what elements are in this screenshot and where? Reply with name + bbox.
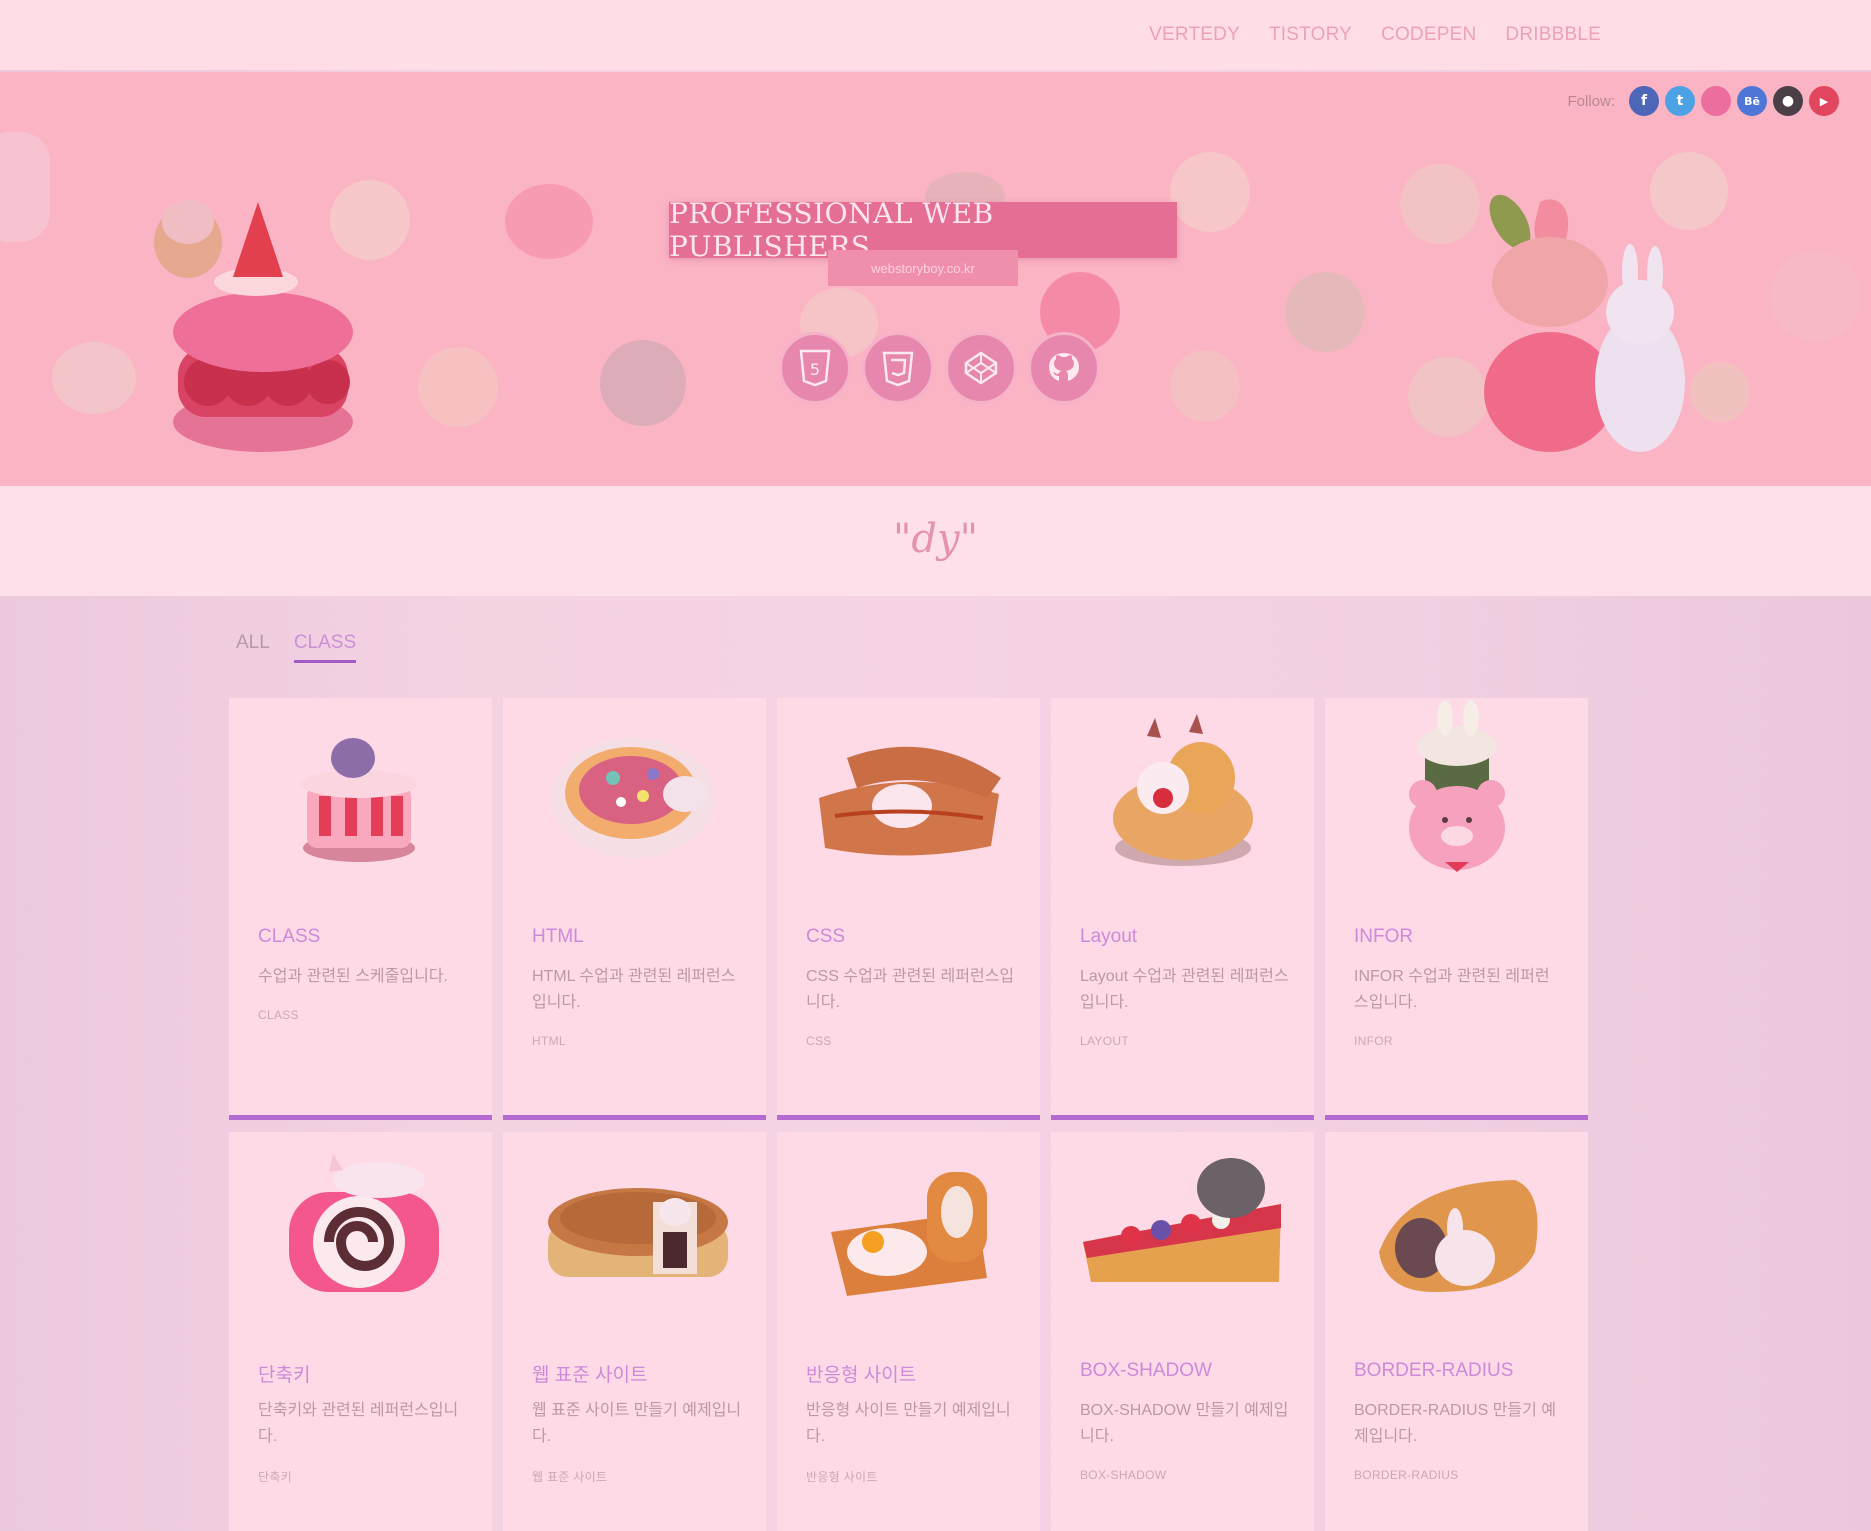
card-tag: 반응형 사이트 — [806, 1470, 878, 1484]
card-title: Layout — [1080, 926, 1138, 947]
card-border-radius[interactable]: BORDER-RADIUS BORDER-RADIUS 만들기 예제입니다. B… — [1325, 1132, 1588, 1531]
nav-link-dribbble[interactable]: DRIBBBLE — [1505, 24, 1601, 46]
dribbble-icon[interactable] — [1701, 86, 1731, 116]
bread-loaf-dessert-image — [831, 1172, 987, 1296]
card-tag: BOX-SHADOW — [1080, 1468, 1167, 1482]
site-logo[interactable]: "dy" — [0, 516, 1871, 562]
tab-class[interactable]: CLASS — [293, 632, 357, 663]
twitter-glyph: t — [1676, 93, 1684, 109]
berry-cake-slice-image — [1083, 1158, 1281, 1282]
nav-link-tistory[interactable]: TISTORY — [1269, 24, 1352, 46]
css3-icon[interactable] — [862, 332, 934, 404]
peach-decoration — [418, 347, 498, 427]
logo-strip: "dy" — [0, 486, 1871, 596]
card-class[interactable]: CLASS 수업과 관련된 스케줄입니다. CLASS — [229, 698, 492, 1120]
twitter-icon[interactable]: t — [1665, 86, 1695, 116]
card-description: 반응형 사이트 만들기 예제입니다. — [806, 1402, 1011, 1445]
card-tag: CLASS — [258, 1008, 299, 1022]
card-description: HTML 수업과 관련된 레퍼런스입니다. — [532, 968, 736, 1011]
card-description: INFOR 수업과 관련된 레퍼런스입니다. — [1354, 968, 1550, 1011]
fruit-pizza-dessert-image — [551, 738, 715, 858]
card-description: CSS 수업과 관련된 레퍼런스입니다. — [806, 968, 1015, 1011]
html5-icon[interactable]: 5 — [779, 332, 851, 404]
github-icon[interactable] — [1028, 332, 1100, 404]
macaron-decoration — [505, 184, 593, 259]
card-title: CSS — [806, 926, 846, 947]
peach-decoration — [1170, 152, 1250, 232]
hero-subtitle: webstoryboy.co.kr — [871, 260, 975, 276]
card-tag: 단축키 — [258, 1470, 293, 1484]
hero-banner: Follow: f t Bē ● ▶ PROFESSIONAL WEB PUBL… — [0, 72, 1871, 486]
behance-glyph: Bē — [1744, 94, 1760, 108]
github-glyph: ● — [1781, 93, 1795, 109]
behance-icon[interactable]: Bē — [1737, 86, 1767, 116]
bunny-decoration — [0, 132, 50, 242]
card-grid: CLASS 수업과 관련된 스케줄입니다. CLASS HTML HTML 수업… — [229, 698, 1588, 1531]
macaron-decoration — [1400, 164, 1480, 244]
card-description: Layout 수업과 관련된 레퍼런스입니다. — [1080, 968, 1289, 1011]
card-tag: HTML — [532, 1034, 566, 1048]
follow-bar: Follow: f t Bē ● ▶ — [1567, 86, 1839, 116]
pink-carousel-dessert-image — [301, 738, 417, 862]
macaron-decoration — [52, 342, 136, 414]
card-responsive[interactable]: 반응형 사이트 반응형 사이트 만들기 예제입니다. 반응형 사이트 — [777, 1132, 1040, 1531]
card-description: 단축키와 관련된 레퍼런스입니다. — [258, 1402, 459, 1445]
card-description: 웹 표준 사이트 만들기 예제입니다. — [532, 1402, 742, 1445]
toast-sandwich-dessert-image — [819, 746, 1001, 856]
card-web-standard[interactable]: 웹 표준 사이트 웹 표준 사이트 만들기 예제입니다. 웹 표준 사이트 — [503, 1132, 766, 1531]
card-box-shadow[interactable]: BOX-SHADOW BOX-SHADOW 만들기 예제입니다. BOX-SHA… — [1051, 1132, 1314, 1531]
card-description: 수업과 관련된 스케줄입니다. — [258, 968, 448, 985]
card-title: BOX-SHADOW — [1080, 1360, 1212, 1381]
card-description: BORDER-RADIUS 만들기 예제입니다. — [1354, 1402, 1557, 1445]
follow-label: Follow: — [1567, 92, 1615, 110]
codepen-icon[interactable] — [945, 332, 1017, 404]
tab-all[interactable]: ALL — [236, 632, 270, 663]
card-title: BORDER-RADIUS — [1354, 1360, 1514, 1381]
youtube-glyph: ▶ — [1819, 94, 1829, 108]
facebook-icon[interactable]: f — [1629, 86, 1659, 116]
card-tag: LAYOUT — [1080, 1034, 1129, 1048]
youtube-icon[interactable]: ▶ — [1809, 86, 1839, 116]
card-tag: CSS — [806, 1034, 832, 1048]
github-icon[interactable]: ● — [1773, 86, 1803, 116]
filter-tabs: ALL CLASS — [236, 632, 357, 663]
card-title: INFOR — [1354, 926, 1414, 947]
svg-text:5: 5 — [810, 360, 820, 379]
pie-dessert-image — [548, 1188, 728, 1277]
peach-decoration — [1170, 350, 1240, 422]
card-description: BOX-SHADOW 만들기 예제입니다. — [1080, 1402, 1289, 1445]
card-tag: 웹 표준 사이트 — [532, 1470, 608, 1484]
card-title: HTML — [532, 926, 584, 947]
mont-blanc-bunny-illustration — [1484, 194, 1685, 452]
bear-cup-dessert-image — [1409, 700, 1505, 872]
macaron-decoration — [1770, 252, 1860, 342]
roll-cake-decoration — [1285, 272, 1365, 352]
fox-tart-dessert-image — [1113, 714, 1253, 866]
card-tag: INFOR — [1354, 1034, 1393, 1048]
roll-cake-decoration — [600, 340, 686, 426]
card-title: CLASS — [258, 926, 321, 947]
card-infor[interactable]: INFOR INFOR 수업과 관련된 레퍼런스입니다. INFOR — [1325, 698, 1588, 1120]
card-title: 단축키 — [258, 1365, 311, 1386]
hero-subtitle-box: webstoryboy.co.kr — [828, 250, 1018, 286]
card-title: 웹 표준 사이트 — [532, 1365, 648, 1386]
card-css[interactable]: CSS CSS 수업과 관련된 레퍼런스입니다. CSS — [777, 698, 1040, 1120]
facebook-glyph: f — [1640, 93, 1648, 109]
nav-link-vertedy[interactable]: VERTEDY — [1149, 24, 1240, 46]
top-bar: VERTEDY TISTORY CODEPEN DRIBBBLE — [0, 0, 1871, 70]
nav-link-codepen[interactable]: CODEPEN — [1381, 24, 1476, 46]
card-shortcut[interactable]: 단축키 단축키와 관련된 레퍼런스입니다. 단축키 — [229, 1132, 492, 1531]
tech-icon-row: 5 — [779, 332, 1100, 404]
card-layout[interactable]: Layout Layout 수업과 관련된 레퍼런스입니다. LAYOUT — [1051, 698, 1314, 1120]
card-html[interactable]: HTML HTML 수업과 관련된 레퍼런스입니다. HTML — [503, 698, 766, 1120]
card-title: 반응형 사이트 — [806, 1365, 917, 1386]
strawberry-macaron-illustration — [154, 200, 353, 452]
card-tag: BORDER-RADIUS — [1354, 1468, 1459, 1482]
pink-roll-cake-image — [289, 1154, 439, 1292]
top-nav: VERTEDY TISTORY CODEPEN DRIBBBLE — [1149, 24, 1601, 46]
croissant-dessert-image — [1379, 1180, 1538, 1292]
